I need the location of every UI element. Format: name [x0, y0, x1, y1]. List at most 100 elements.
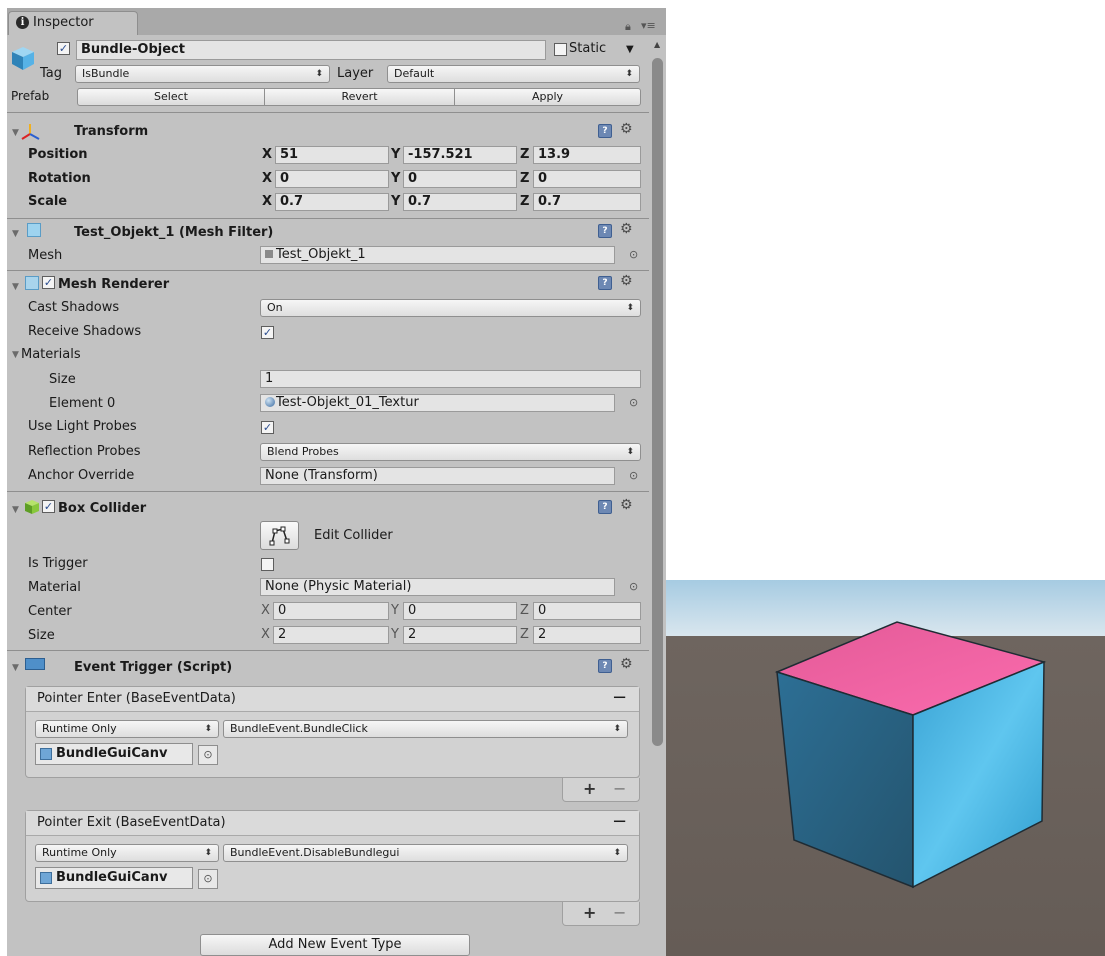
reflection-probes-value: Blend Probes — [267, 445, 339, 458]
foldout-arrow-icon[interactable]: ▼ — [12, 663, 19, 673]
dropdown-arrow-icon: ⬍ — [625, 69, 633, 79]
dropdown-arrow-icon: ⬍ — [204, 848, 212, 858]
tab-inspector[interactable]: i Inspector — [8, 11, 138, 35]
layer-dropdown[interactable]: Default ⬍ — [387, 65, 640, 83]
scale-y-field[interactable]: 0.7 — [403, 193, 517, 211]
axis-y-label: Y — [391, 194, 401, 209]
remove-listener-icon[interactable]: − — [613, 779, 626, 798]
runtime-dropdown[interactable]: Runtime Only ⬍ — [35, 844, 219, 862]
static-dropdown-arrow-icon[interactable]: ▼ — [626, 44, 634, 55]
add-listener-icon[interactable]: + — [583, 779, 596, 798]
object-picker-icon[interactable]: ⊙ — [629, 580, 638, 593]
foldout-arrow-icon[interactable]: ▼ — [12, 505, 19, 515]
gear-icon[interactable]: ⚙ — [620, 497, 633, 513]
add-new-event-type-button[interactable]: Add New Event Type — [200, 934, 470, 956]
foldout-arrow-icon[interactable]: ▼ — [12, 229, 19, 239]
reflection-probes-label: Reflection Probes — [28, 444, 141, 459]
box-collider-enabled-checkbox[interactable]: ✓ — [42, 500, 55, 513]
axis-x-label: X — [261, 603, 270, 618]
materials-foldout-icon[interactable]: ▼ — [12, 350, 19, 360]
help-icon[interactable]: ? — [598, 224, 612, 238]
position-x-field[interactable]: 51 — [275, 146, 389, 164]
size-y-field[interactable]: 2 — [403, 626, 517, 644]
size-x-field[interactable]: 2 — [273, 626, 389, 644]
materials-size-label: Size — [49, 372, 76, 387]
reflection-probes-dropdown[interactable]: Blend Probes ⬍ — [260, 443, 641, 461]
axis-y-label: Y — [391, 603, 399, 618]
scale-x-field[interactable]: 0.7 — [275, 193, 389, 211]
scale-z-field[interactable]: 0.7 — [533, 193, 641, 211]
mesh-filter-title: Test_Objekt_1 (Mesh Filter) — [74, 225, 274, 240]
gear-icon[interactable]: ⚙ — [620, 221, 633, 237]
materials-size-field[interactable]: 1 — [260, 370, 641, 388]
receive-shadows-label: Receive Shadows — [28, 324, 142, 339]
mesh-renderer-enabled-checkbox[interactable]: ✓ — [42, 276, 55, 289]
cast-shadows-dropdown[interactable]: On ⬍ — [260, 299, 641, 317]
tag-value: IsBundle — [82, 67, 130, 80]
scroll-up-arrow-icon[interactable]: ▲ — [654, 40, 660, 49]
function-dropdown[interactable]: BundleEvent.DisableBundlegui ⬍ — [223, 844, 628, 862]
element0-object-field[interactable]: Test-Objekt_01_Textur — [260, 394, 615, 412]
script-icon — [25, 658, 45, 670]
lock-icon[interactable]: 🔒︎ — [625, 20, 631, 34]
is-trigger-checkbox[interactable] — [261, 558, 274, 571]
receive-shadows-checkbox[interactable]: ✓ — [261, 326, 274, 339]
center-y-field[interactable]: 0 — [403, 602, 517, 620]
rotation-z-field[interactable]: 0 — [533, 170, 641, 188]
target-object-field[interactable]: BundleGuiCanv — [35, 867, 193, 889]
help-icon[interactable]: ? — [598, 124, 612, 138]
foldout-arrow-icon[interactable]: ▼ — [12, 128, 19, 138]
target-object-field[interactable]: BundleGuiCanv — [35, 743, 193, 765]
axis-x-label: X — [262, 147, 273, 162]
add-listener-icon[interactable]: + — [583, 903, 596, 922]
panel-menu-icon[interactable]: ▾≡ — [641, 19, 656, 32]
size-z-field[interactable]: 2 — [533, 626, 641, 644]
prefab-apply-button[interactable]: Apply — [454, 88, 641, 106]
object-picker-icon[interactable]: ⊙ — [629, 396, 638, 409]
event-entry-pointer-enter: Pointer Enter (BaseEventData) − Runtime … — [25, 686, 640, 778]
scrollbar-thumb[interactable] — [652, 58, 663, 746]
gear-icon[interactable]: ⚙ — [620, 656, 633, 672]
rotation-x-field[interactable]: 0 — [275, 170, 389, 188]
remove-event-icon[interactable]: − — [612, 687, 627, 708]
position-z-field[interactable]: 13.9 — [533, 146, 641, 164]
gear-icon[interactable]: ⚙ — [620, 273, 633, 289]
static-checkbox[interactable] — [554, 43, 567, 56]
object-picker-icon[interactable]: ⊙ — [629, 248, 638, 261]
gear-icon[interactable]: ⚙ — [620, 121, 633, 137]
rotation-label: Rotation — [28, 171, 91, 186]
help-icon[interactable]: ? — [598, 659, 612, 673]
center-x-field[interactable]: 0 — [273, 602, 389, 620]
axis-x-label: X — [261, 627, 270, 642]
object-picker-icon[interactable]: ⊙ — [629, 469, 638, 482]
event-entry-title: Pointer Exit (BaseEventData) — [37, 815, 226, 830]
anchor-override-field[interactable]: None (Transform) — [260, 467, 615, 485]
mesh-object-field[interactable]: Test_Objekt_1 — [260, 246, 615, 264]
prefab-revert-button[interactable]: Revert — [264, 88, 455, 106]
help-icon[interactable]: ? — [598, 276, 612, 290]
function-dropdown[interactable]: BundleEvent.BundleClick ⬍ — [223, 720, 628, 738]
tag-dropdown[interactable]: IsBundle ⬍ — [75, 65, 330, 83]
scene-viewport[interactable] — [666, 580, 1105, 956]
remove-listener-icon[interactable]: − — [613, 903, 626, 922]
foldout-arrow-icon[interactable]: ▼ — [12, 282, 19, 292]
remove-event-icon[interactable]: − — [612, 811, 627, 832]
object-picker-icon[interactable]: ⊙ — [198, 745, 218, 765]
use-light-probes-checkbox[interactable]: ✓ — [261, 421, 274, 434]
center-z-field[interactable]: 0 — [533, 602, 641, 620]
box-collider-icon — [24, 499, 40, 515]
collider-material-field[interactable]: None (Physic Material) — [260, 578, 615, 596]
mesh-renderer-icon — [25, 276, 39, 290]
runtime-dropdown[interactable]: Runtime Only ⬍ — [35, 720, 219, 738]
collider-material-label: Material — [28, 580, 81, 595]
separator — [7, 491, 649, 492]
mesh-filter-icon — [27, 223, 41, 237]
object-active-checkbox[interactable]: ✓ — [57, 42, 70, 55]
help-icon[interactable]: ? — [598, 500, 612, 514]
edit-collider-button[interactable] — [260, 521, 299, 550]
object-name-field[interactable]: Bundle-Object — [76, 40, 546, 60]
prefab-select-button[interactable]: Select — [77, 88, 265, 106]
object-picker-icon[interactable]: ⊙ — [198, 869, 218, 889]
position-y-field[interactable]: -157.521 — [403, 146, 517, 164]
rotation-y-field[interactable]: 0 — [403, 170, 517, 188]
